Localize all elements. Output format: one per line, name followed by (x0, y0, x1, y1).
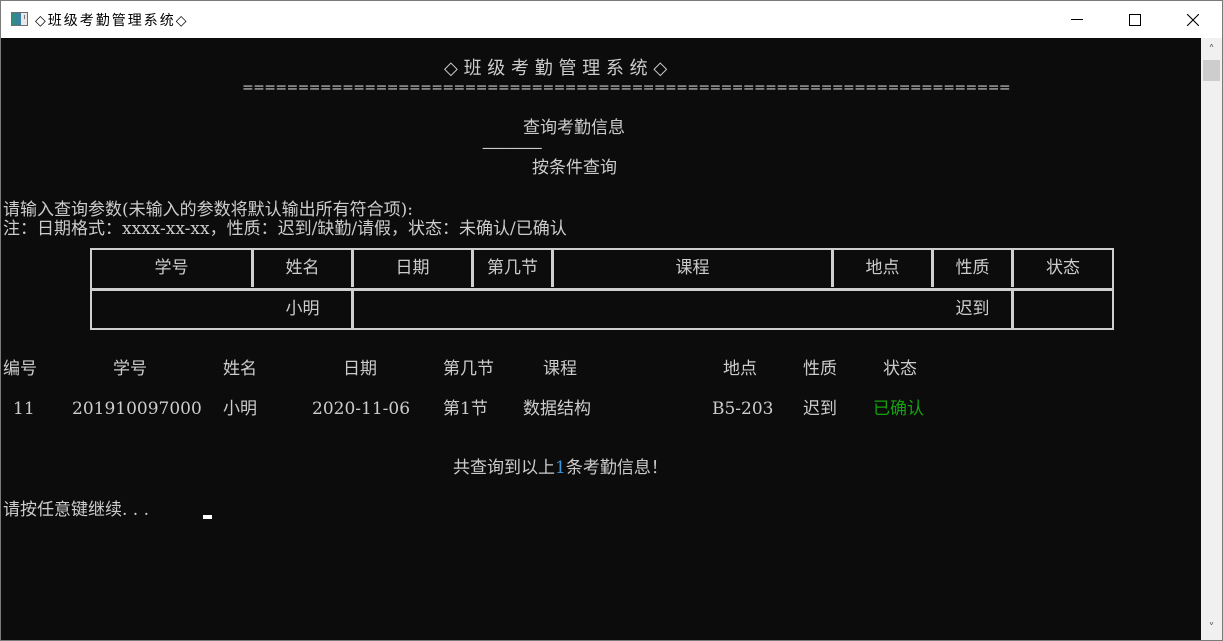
results-header-student-no: 学号 (113, 359, 147, 379)
results-header-date: 日期 (343, 359, 377, 379)
scroll-down-button[interactable]: ˅ (1201, 618, 1222, 638)
window-title: ◇班级考勤管理系统◇ (35, 13, 189, 29)
form-header-course: 课程 (554, 250, 834, 287)
results-header-period: 第几节 (443, 359, 494, 379)
form-header-location: 地点 (834, 250, 934, 287)
maximize-icon (1129, 13, 1141, 26)
form-header-date: 日期 (354, 250, 474, 287)
result-id: 11 (13, 399, 35, 419)
form-header-status: 状态 (1046, 258, 1080, 278)
summary-prefix: 共查询到以上 (453, 458, 555, 478)
title-bar[interactable]: ◇班级考勤管理系统◇ (1, 1, 1222, 38)
section-rule: -------------------- (482, 140, 542, 156)
scrollbar-thumb[interactable] (1203, 60, 1220, 81)
console-output[interactable]: ◇ 班 级 考 勤 管 理 系 统 ◇ ====================… (1, 38, 1201, 640)
results-header-type: 性质 (803, 359, 837, 379)
results-header-name: 姓名 (223, 359, 257, 379)
results-header-id: 编号 (3, 359, 37, 379)
result-course: 数据结构 (523, 399, 591, 419)
form-field-type[interactable]: 迟到 (934, 291, 1014, 328)
results-header-location: 地点 (723, 359, 757, 379)
summary-suffix: 条考勤信息！ (565, 458, 668, 478)
result-type: 迟到 (803, 399, 837, 419)
section-title: 查询考勤信息 (523, 118, 625, 138)
minimize-icon (1071, 19, 1083, 20)
chevron-down-icon: ˅ (1208, 621, 1215, 635)
result-location: B5-203 (712, 399, 774, 419)
result-date: 2020-11-06 (312, 399, 411, 419)
continue-prompt: 请按任意键继续. . . (3, 500, 150, 520)
result-period: 第1节 (443, 399, 488, 419)
close-button[interactable] (1164, 1, 1222, 38)
banner-title: ◇ 班 级 考 勤 管 理 系 统 ◇ (444, 58, 668, 79)
summary-line: 共查询到以上1条考勤信息！ (453, 458, 668, 478)
subsection-title: 按条件查询 (532, 158, 617, 178)
form-field-name[interactable]: 小明 (254, 291, 354, 328)
summary-count: 1 (555, 458, 566, 478)
text-cursor (203, 515, 212, 519)
form-header-type: 性质 (934, 250, 1014, 287)
result-status: 已确认 (873, 399, 924, 419)
vertical-scrollbar[interactable]: ˄ ˅ (1201, 38, 1222, 640)
results-header-course: 课程 (543, 359, 577, 379)
note-line: 注：日期格式：xxxx-xx-xx，性质：迟到/缺勤/请假，状态：未确认/已确认 (3, 219, 567, 239)
console-app-icon (11, 12, 28, 26)
banner-rule: ========================================… (242, 80, 1011, 96)
query-form-table: 学号 姓名 日期 第几节 课程 地点 性质 状态 小明 迟到 (90, 248, 1114, 330)
close-icon (1187, 13, 1199, 26)
maximize-button[interactable] (1106, 1, 1164, 38)
results-header-status: 状态 (883, 359, 917, 379)
minimize-button[interactable] (1048, 1, 1106, 38)
form-header-student-no: 学号 (92, 250, 254, 287)
result-student-no: 201910097000 (72, 399, 202, 419)
chevron-up-icon: ˄ (1208, 43, 1215, 57)
result-name: 小明 (223, 399, 257, 419)
prompt-line: 请输入查询参数(未输入的参数将默认输出所有符合项): (3, 200, 413, 220)
scroll-up-button[interactable]: ˄ (1201, 40, 1222, 60)
console-window: ◇班级考勤管理系统◇ ◇ 班 级 考 勤 管 理 系 统 ◇ =========… (0, 0, 1223, 641)
form-header-period: 第几节 (474, 250, 554, 287)
form-header-name: 姓名 (254, 250, 354, 287)
